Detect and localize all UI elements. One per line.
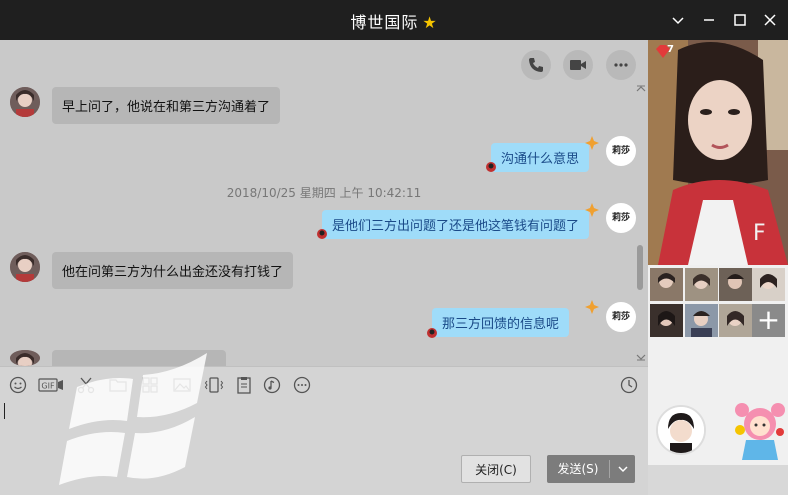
- minimize-icon[interactable]: [699, 10, 719, 30]
- sparkle-icon: [585, 300, 599, 314]
- message-bubble[interactable]: 早上问了，他说在和第三方沟通着了: [52, 87, 281, 124]
- send-button[interactable]: 发送(S): [547, 455, 635, 483]
- divider: [609, 460, 610, 478]
- pet-icon: [427, 328, 437, 338]
- mascot-icon[interactable]: [732, 400, 788, 462]
- chat-history[interactable]: 早上问了，他说在和第三方沟通着了 沟通什么意思 莉莎 2018/10/25 星期…: [0, 40, 648, 366]
- photo-thumbnail[interactable]: [685, 268, 718, 301]
- pet-icon: [486, 162, 496, 172]
- photo-thumbnail[interactable]: [650, 304, 683, 337]
- star-icon: ★: [422, 13, 438, 32]
- svg-text:F: F: [753, 221, 766, 246]
- more-icon[interactable]: [606, 50, 636, 80]
- my-avatar[interactable]: 莉莎: [606, 136, 636, 166]
- profile-panel: F 7 +: [648, 40, 788, 465]
- window-title-text: 博世国际: [350, 13, 419, 32]
- contact-avatar[interactable]: [10, 350, 40, 366]
- panel-footer: [648, 465, 788, 495]
- scroll-down-icon[interactable]: [636, 353, 646, 361]
- windows-logo-icon: [59, 353, 207, 485]
- title-bar: 博世国际 ★: [0, 0, 788, 40]
- my-profile-avatar[interactable]: [656, 405, 706, 455]
- music-icon[interactable]: [262, 375, 282, 395]
- timestamp: 2018/10/25 星期四 上午 10:42:11: [226, 186, 422, 200]
- my-avatar[interactable]: 莉莎: [606, 302, 636, 332]
- contact-avatar[interactable]: [10, 252, 40, 282]
- photo-thumbnail[interactable]: [719, 304, 752, 337]
- emoji-icon[interactable]: [8, 375, 28, 395]
- video-camera-icon[interactable]: [563, 50, 593, 80]
- message-bubble[interactable]: 沟通什么意思: [491, 143, 590, 172]
- more-icon[interactable]: [292, 375, 312, 395]
- badge-count: 7: [667, 44, 674, 55]
- phone-icon[interactable]: [521, 50, 551, 80]
- photo-thumbnail[interactable]: [685, 304, 718, 337]
- sparkle-icon: [585, 203, 599, 217]
- scroll-up-icon[interactable]: [636, 85, 646, 93]
- profile-photo[interactable]: F 7: [648, 40, 788, 265]
- message-bubble[interactable]: 是他们三方出问题了还是他这笔钱有问题了: [322, 210, 590, 239]
- chevron-down-icon[interactable]: [668, 10, 688, 30]
- clipboard-icon[interactable]: [234, 375, 254, 395]
- chevron-down-icon[interactable]: [613, 455, 633, 495]
- my-avatar[interactable]: 莉莎: [606, 203, 636, 233]
- message-bubble[interactable]: 他在问第三方为什么出金还没有打钱了: [52, 252, 294, 289]
- scrollbar-thumb[interactable]: [637, 245, 643, 290]
- text-cursor: [4, 403, 5, 419]
- close-button[interactable]: 关闭(C): [461, 455, 531, 483]
- add-photo-button[interactable]: +: [752, 304, 785, 337]
- scrollbar[interactable]: [637, 130, 643, 390]
- photo-thumbnail[interactable]: [752, 268, 785, 301]
- sparkle-icon: [585, 136, 599, 150]
- pet-icon: [317, 229, 327, 239]
- photo-thumbnail[interactable]: [719, 268, 752, 301]
- gif-label: GIF: [41, 382, 55, 391]
- diamond-badge-icon: 7: [654, 44, 678, 60]
- send-button-label: 发送(S): [557, 462, 599, 476]
- clock-icon[interactable]: [619, 375, 639, 395]
- maximize-icon[interactable]: [730, 10, 750, 30]
- photo-thumbnail[interactable]: [650, 268, 683, 301]
- message-bubble[interactable]: 那三方回馈的信息呢: [432, 308, 570, 337]
- close-icon[interactable]: [760, 10, 780, 30]
- contact-avatar[interactable]: [10, 87, 40, 117]
